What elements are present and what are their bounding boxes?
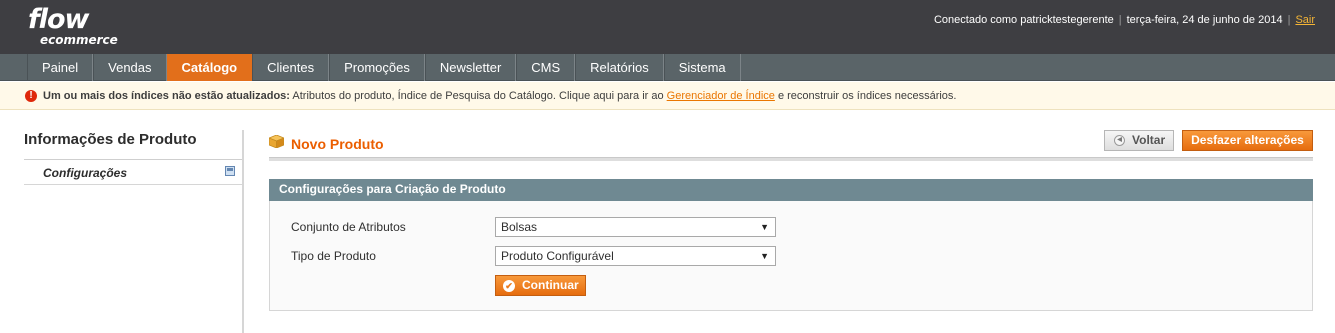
nav-item-catalogo[interactable]: Catálogo <box>166 54 253 81</box>
attribute-set-value: Bolsas <box>501 220 538 234</box>
column-divider <box>242 130 244 333</box>
nav-item-sistema[interactable]: Sistema <box>663 54 741 81</box>
product-type-label: Tipo de Produto <box>291 249 376 263</box>
logo-main-text: flow <box>28 4 89 35</box>
index-manager-link[interactable]: Gerenciador de Índice <box>667 90 775 102</box>
attribute-set-select[interactable]: Bolsas ▼ <box>495 217 776 237</box>
save-icon <box>225 166 235 176</box>
dropdown-arrow-icon: ▼ <box>760 251 769 261</box>
sidebar-title: Informações de Produto <box>24 131 197 148</box>
nav-item-relatorios[interactable]: Relatórios <box>575 54 664 81</box>
separator: | <box>1287 14 1291 26</box>
check-icon: ✔ <box>503 280 515 292</box>
continue-button[interactable]: ✔ Continuar <box>495 275 586 296</box>
back-arrow-icon: ◀ <box>1114 135 1125 146</box>
error-icon: ! <box>25 90 37 102</box>
notice-text-before: Atributos do produto, Índice de Pesquisa… <box>289 90 667 102</box>
notice-message: Um ou mais dos índices não estão atualiz… <box>43 90 956 103</box>
nav-item-newsletter[interactable]: Newsletter <box>424 54 517 81</box>
logo-sub-text: ecommerce <box>40 33 118 47</box>
back-button-label: Voltar <box>1132 133 1166 147</box>
flow-ecommerce-logo[interactable]: flow ecommerce <box>28 4 118 48</box>
sidebar-tab-configuracoes[interactable]: Configurações <box>24 160 243 185</box>
page-title: Novo Produto <box>291 136 384 152</box>
box-icon <box>269 135 284 148</box>
header: flow ecommerce Conectado como patricktes… <box>0 0 1335 54</box>
nav-item-cms[interactable]: CMS <box>516 54 576 81</box>
product-type-select[interactable]: Produto Configurável ▼ <box>495 246 776 266</box>
section-header: Configurações para Criação de Produto <box>269 179 1313 201</box>
nav-item-vendas[interactable]: Vendas <box>93 54 167 81</box>
nav-item-painel[interactable]: Painel <box>27 54 94 81</box>
nav-item-clientes[interactable]: Clientes <box>252 54 330 81</box>
product-settings-fieldset: Conjunto de Atributos Bolsas ▼ Tipo de P… <box>269 201 1313 311</box>
product-type-value: Produto Configurável <box>501 249 614 263</box>
connected-as-text: Conectado como patricktestegerente <box>933 14 1114 26</box>
separator: | <box>1118 14 1122 26</box>
sidebar-tab-label: Configurações <box>43 166 128 180</box>
back-button[interactable]: ◀ Voltar <box>1104 130 1174 151</box>
header-user-info: Conectado como patricktestegerente | terça… <box>934 14 1315 26</box>
notice-text-after: e reconstruir os índices necessários. <box>774 90 957 102</box>
nav-item-promocoes[interactable]: Promoções <box>329 54 425 81</box>
continue-button-label: Continuar <box>522 278 579 292</box>
current-date: terça-feira, 24 de junho de 2014 <box>1126 14 1283 26</box>
nav-list: Painel Vendas Catálogo Clientes Promoçõe… <box>27 54 741 81</box>
logout-link[interactable]: Sair <box>1295 14 1315 26</box>
dropdown-arrow-icon: ▼ <box>760 222 769 232</box>
index-notice-bar: ! Um ou mais dos índices não estão atual… <box>0 82 1335 110</box>
title-divider <box>269 157 1313 161</box>
reset-changes-button[interactable]: Desfazer alterações <box>1182 130 1313 151</box>
notice-bold-text: Um ou mais dos índices não estão atualiz… <box>43 90 290 102</box>
main-nav: Painel Vendas Catálogo Clientes Promoçõe… <box>0 54 1335 81</box>
attribute-set-label: Conjunto de Atributos <box>291 220 406 234</box>
reset-button-label: Desfazer alterações <box>1191 133 1304 147</box>
